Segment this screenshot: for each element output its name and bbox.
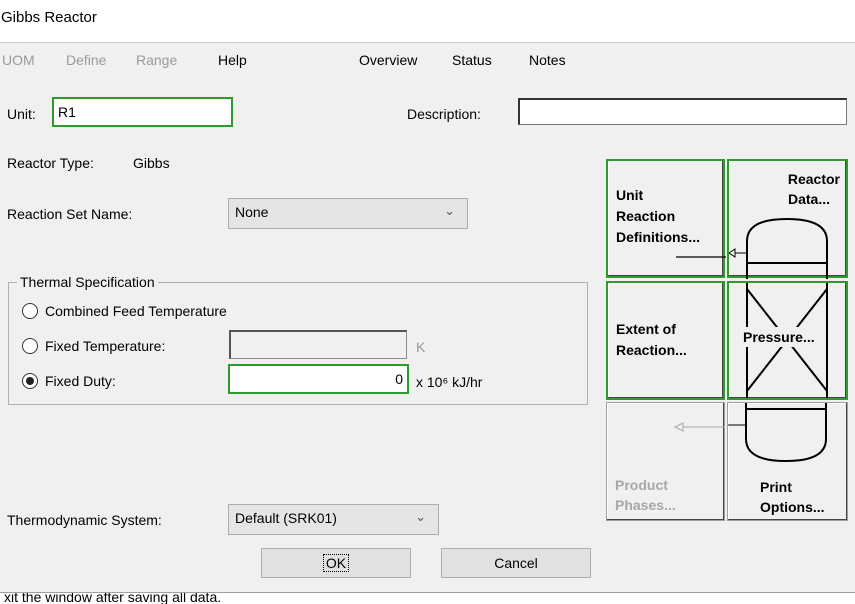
fixed-duty-label: Fixed Duty: — [45, 373, 116, 389]
product-phases-button[interactable]: Product Phases... — [606, 402, 725, 521]
reaction-set-dropdown[interactable]: None ⌄ — [228, 198, 468, 229]
tile-label-line2: Reaction... — [616, 342, 687, 358]
unit-name-input[interactable]: R1 — [52, 97, 233, 127]
product-arrow-icon — [673, 422, 725, 432]
status-text: xit the window after saving all data. — [4, 592, 222, 604]
tile-label-line2: Reaction — [616, 208, 676, 224]
combined-feed-radio[interactable] — [22, 303, 38, 319]
tile-label-line2: Options... — [760, 499, 825, 515]
menu-overview[interactable]: Overview — [359, 52, 417, 68]
menu-range[interactable]: Range — [136, 52, 177, 68]
description-label: Description: — [407, 106, 481, 122]
fixed-temp-label: Fixed Temperature: — [45, 338, 166, 354]
tile-label-line1: Print — [760, 479, 792, 495]
print-options-button[interactable]: Print Options... — [727, 402, 848, 521]
tile-label-line3: Definitions... — [616, 229, 700, 245]
reaction-set-value: None — [235, 204, 269, 220]
status-bar: xit the window after saving all data. — [0, 592, 855, 604]
window-title: Gibbs Reactor — [1, 9, 97, 26]
reactor-data-button[interactable]: Reactor Data... — [727, 159, 848, 279]
menu-status[interactable]: Status — [452, 52, 492, 68]
unit-reaction-definitions-button[interactable]: Unit Reaction Definitions... — [606, 159, 726, 278]
thermo-system-label: Thermodynamic System: — [7, 512, 162, 528]
fixed-duty-input[interactable]: 0 — [228, 364, 409, 394]
pressure-button[interactable]: Pressure... — [727, 281, 848, 400]
chevron-down-icon: ⌄ — [415, 509, 426, 524]
tile-label-line2: Phases... — [615, 497, 676, 513]
fixed-temp-radio[interactable] — [22, 338, 38, 354]
reactor-bottom-icon — [728, 403, 827, 463]
chevron-down-icon: ⌄ — [444, 203, 455, 218]
ok-button-label: OK — [322, 554, 350, 572]
reaction-set-label: Reaction Set Name: — [7, 206, 133, 222]
thermo-system-dropdown[interactable]: Default (SRK01) ⌄ — [228, 504, 439, 535]
title-bar — [0, 0, 855, 40]
reactor-type-value: Gibbs — [133, 155, 170, 171]
fixed-temp-unit: K — [416, 339, 426, 355]
tile-label-line2: Data... — [787, 191, 830, 207]
thermal-spec-label: Thermal Specification — [17, 274, 158, 290]
menu-uom[interactable]: UOM — [2, 52, 35, 68]
fixed-duty-unit: x 10⁶ kJ/hr — [416, 374, 483, 390]
feed-arrow-icon — [676, 256, 726, 258]
menu-bar — [0, 42, 855, 82]
tile-label: Pressure... — [743, 327, 815, 347]
fixed-duty-radio[interactable] — [22, 373, 38, 389]
menu-help[interactable]: Help — [218, 52, 247, 68]
tile-label-line1: Extent of — [616, 321, 676, 337]
menu-notes[interactable]: Notes — [529, 52, 566, 68]
combined-feed-label: Combined Feed Temperature — [45, 303, 227, 319]
description-input[interactable] — [518, 98, 847, 125]
extent-of-reaction-button[interactable]: Extent of Reaction... — [606, 281, 725, 400]
thermo-system-value: Default (SRK01) — [235, 510, 337, 526]
tile-label-line1: Product — [615, 477, 668, 493]
unit-label: Unit: — [7, 106, 36, 122]
menu-define[interactable]: Define — [66, 52, 106, 68]
reactor-vessel-icon — [729, 217, 828, 279]
fixed-temp-input[interactable] — [229, 330, 407, 359]
tile-label-line1: Unit — [616, 187, 644, 203]
cancel-button[interactable]: Cancel — [441, 548, 591, 578]
ok-button[interactable]: OK — [261, 548, 411, 578]
reactor-type-label: Reactor Type: — [7, 155, 94, 171]
tile-label-line1: Reactor — [787, 171, 840, 187]
